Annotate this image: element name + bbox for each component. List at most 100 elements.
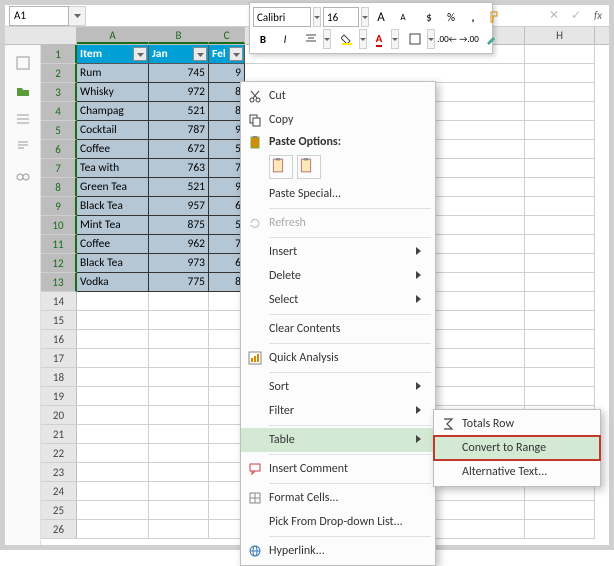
cell[interactable] [525, 83, 595, 102]
align-dropdown[interactable] [323, 29, 331, 49]
font-color-dropdown[interactable] [391, 29, 399, 49]
filter-dropdown-icon[interactable] [229, 47, 243, 61]
cell[interactable]: Green Tea [77, 178, 149, 197]
cell[interactable] [77, 482, 149, 501]
menu-item-paste-special-[interactable]: Paste Special... [241, 182, 435, 206]
col-header-H[interactable]: H [525, 27, 595, 44]
grow-font-button[interactable]: A [371, 7, 391, 27]
row-header[interactable]: 10 [41, 216, 77, 235]
row-header[interactable]: 17 [41, 349, 77, 368]
cell[interactable] [525, 216, 595, 235]
increase-decimal-button[interactable]: →.00 [459, 29, 479, 49]
cell[interactable]: Vodka [77, 273, 149, 292]
binoculars-icon[interactable] [13, 165, 33, 185]
row-header[interactable]: 16 [41, 330, 77, 349]
cell[interactable]: Champag [77, 102, 149, 121]
col-header-B[interactable]: B [149, 27, 209, 44]
cell[interactable] [525, 273, 595, 292]
cell[interactable] [77, 501, 149, 520]
font-color-button[interactable]: A [369, 29, 389, 49]
cell[interactable] [149, 406, 209, 425]
row-header[interactable]: 22 [41, 444, 77, 463]
row-header[interactable]: 12 [41, 254, 77, 273]
font-name-select[interactable] [253, 7, 311, 27]
list-icon[interactable] [13, 109, 33, 129]
menu-item-copy[interactable]: Copy [241, 108, 435, 132]
cell[interactable] [149, 387, 209, 406]
cell[interactable]: Mint Tea [77, 216, 149, 235]
menu-item-table[interactable]: Table [241, 428, 435, 452]
currency-button[interactable]: $ [419, 7, 439, 27]
col-header-C[interactable]: C [209, 27, 245, 44]
row-header[interactable]: 19 [41, 387, 77, 406]
cell[interactable] [525, 330, 595, 349]
cell[interactable] [149, 425, 209, 444]
menu-item-insert[interactable]: Insert [241, 240, 435, 264]
row-header[interactable]: 15 [41, 311, 77, 330]
cell[interactable] [149, 501, 209, 520]
row-header[interactable]: 7 [41, 159, 77, 178]
row-header[interactable]: 26 [41, 520, 77, 539]
cell[interactable] [525, 349, 595, 368]
cell[interactable]: Coffee [77, 235, 149, 254]
font-size-dropdown[interactable] [361, 7, 369, 27]
cell[interactable]: 521 [149, 102, 209, 121]
cell[interactable] [149, 330, 209, 349]
menu-item-insert-comment[interactable]: Insert Comment [241, 457, 435, 481]
cell[interactable]: 962 [149, 235, 209, 254]
table-header[interactable]: Item [77, 45, 149, 64]
cell[interactable]: 875 [149, 216, 209, 235]
shrink-font-button[interactable]: A [393, 7, 413, 27]
cell[interactable] [525, 254, 595, 273]
menu-item-format-cells-[interactable]: Format Cells... [241, 486, 435, 510]
row-header[interactable]: 9 [41, 197, 77, 216]
row-header[interactable]: 25 [41, 501, 77, 520]
cell[interactable] [149, 444, 209, 463]
row-header[interactable]: 20 [41, 406, 77, 425]
cell[interactable] [149, 463, 209, 482]
cell[interactable] [525, 197, 595, 216]
cell[interactable]: Cocktail [77, 121, 149, 140]
cell[interactable] [77, 406, 149, 425]
cell[interactable]: Whisky [77, 83, 149, 102]
cell[interactable] [525, 178, 595, 197]
cell[interactable] [77, 292, 149, 311]
row-header[interactable]: 4 [41, 102, 77, 121]
cell[interactable] [525, 501, 595, 520]
italic-button[interactable]: I [275, 29, 295, 49]
filter-dropdown-icon[interactable] [133, 47, 147, 61]
cell[interactable] [525, 292, 595, 311]
cell[interactable] [525, 121, 595, 140]
col-header-A[interactable]: A [77, 27, 149, 44]
cell[interactable] [525, 140, 595, 159]
menu-item-delete[interactable]: Delete [241, 264, 435, 288]
cell[interactable] [525, 368, 595, 387]
row-header[interactable]: 14 [41, 292, 77, 311]
submenu-item-convert-to-range[interactable]: Convert to Range [434, 436, 600, 460]
bold-button[interactable]: B [253, 29, 273, 49]
paste-values-icon[interactable] [297, 155, 321, 179]
cell[interactable] [525, 235, 595, 254]
percent-button[interactable]: % [441, 7, 461, 27]
table-header[interactable]: Fel [209, 45, 245, 64]
brush-icon[interactable] [481, 29, 501, 49]
cell[interactable] [77, 520, 149, 539]
cell[interactable] [525, 159, 595, 178]
row-header[interactable]: 21 [41, 425, 77, 444]
cell[interactable] [525, 311, 595, 330]
cell[interactable]: 775 [149, 273, 209, 292]
format-painter-icon[interactable] [485, 7, 505, 27]
cell[interactable]: Rum [77, 64, 149, 83]
submenu-item-totals-row[interactable]: Totals Row [434, 412, 600, 436]
cell[interactable]: Black Tea [77, 254, 149, 273]
cell[interactable] [525, 64, 595, 83]
cell[interactable]: 973 [149, 254, 209, 273]
row-header[interactable]: 2 [41, 64, 77, 83]
name-box[interactable] [9, 6, 69, 26]
cell[interactable] [77, 387, 149, 406]
table-header[interactable]: Jan [149, 45, 209, 64]
cell[interactable] [77, 463, 149, 482]
menu-item-sort[interactable]: Sort [241, 375, 435, 399]
cell[interactable] [149, 349, 209, 368]
row-header[interactable]: 18 [41, 368, 77, 387]
